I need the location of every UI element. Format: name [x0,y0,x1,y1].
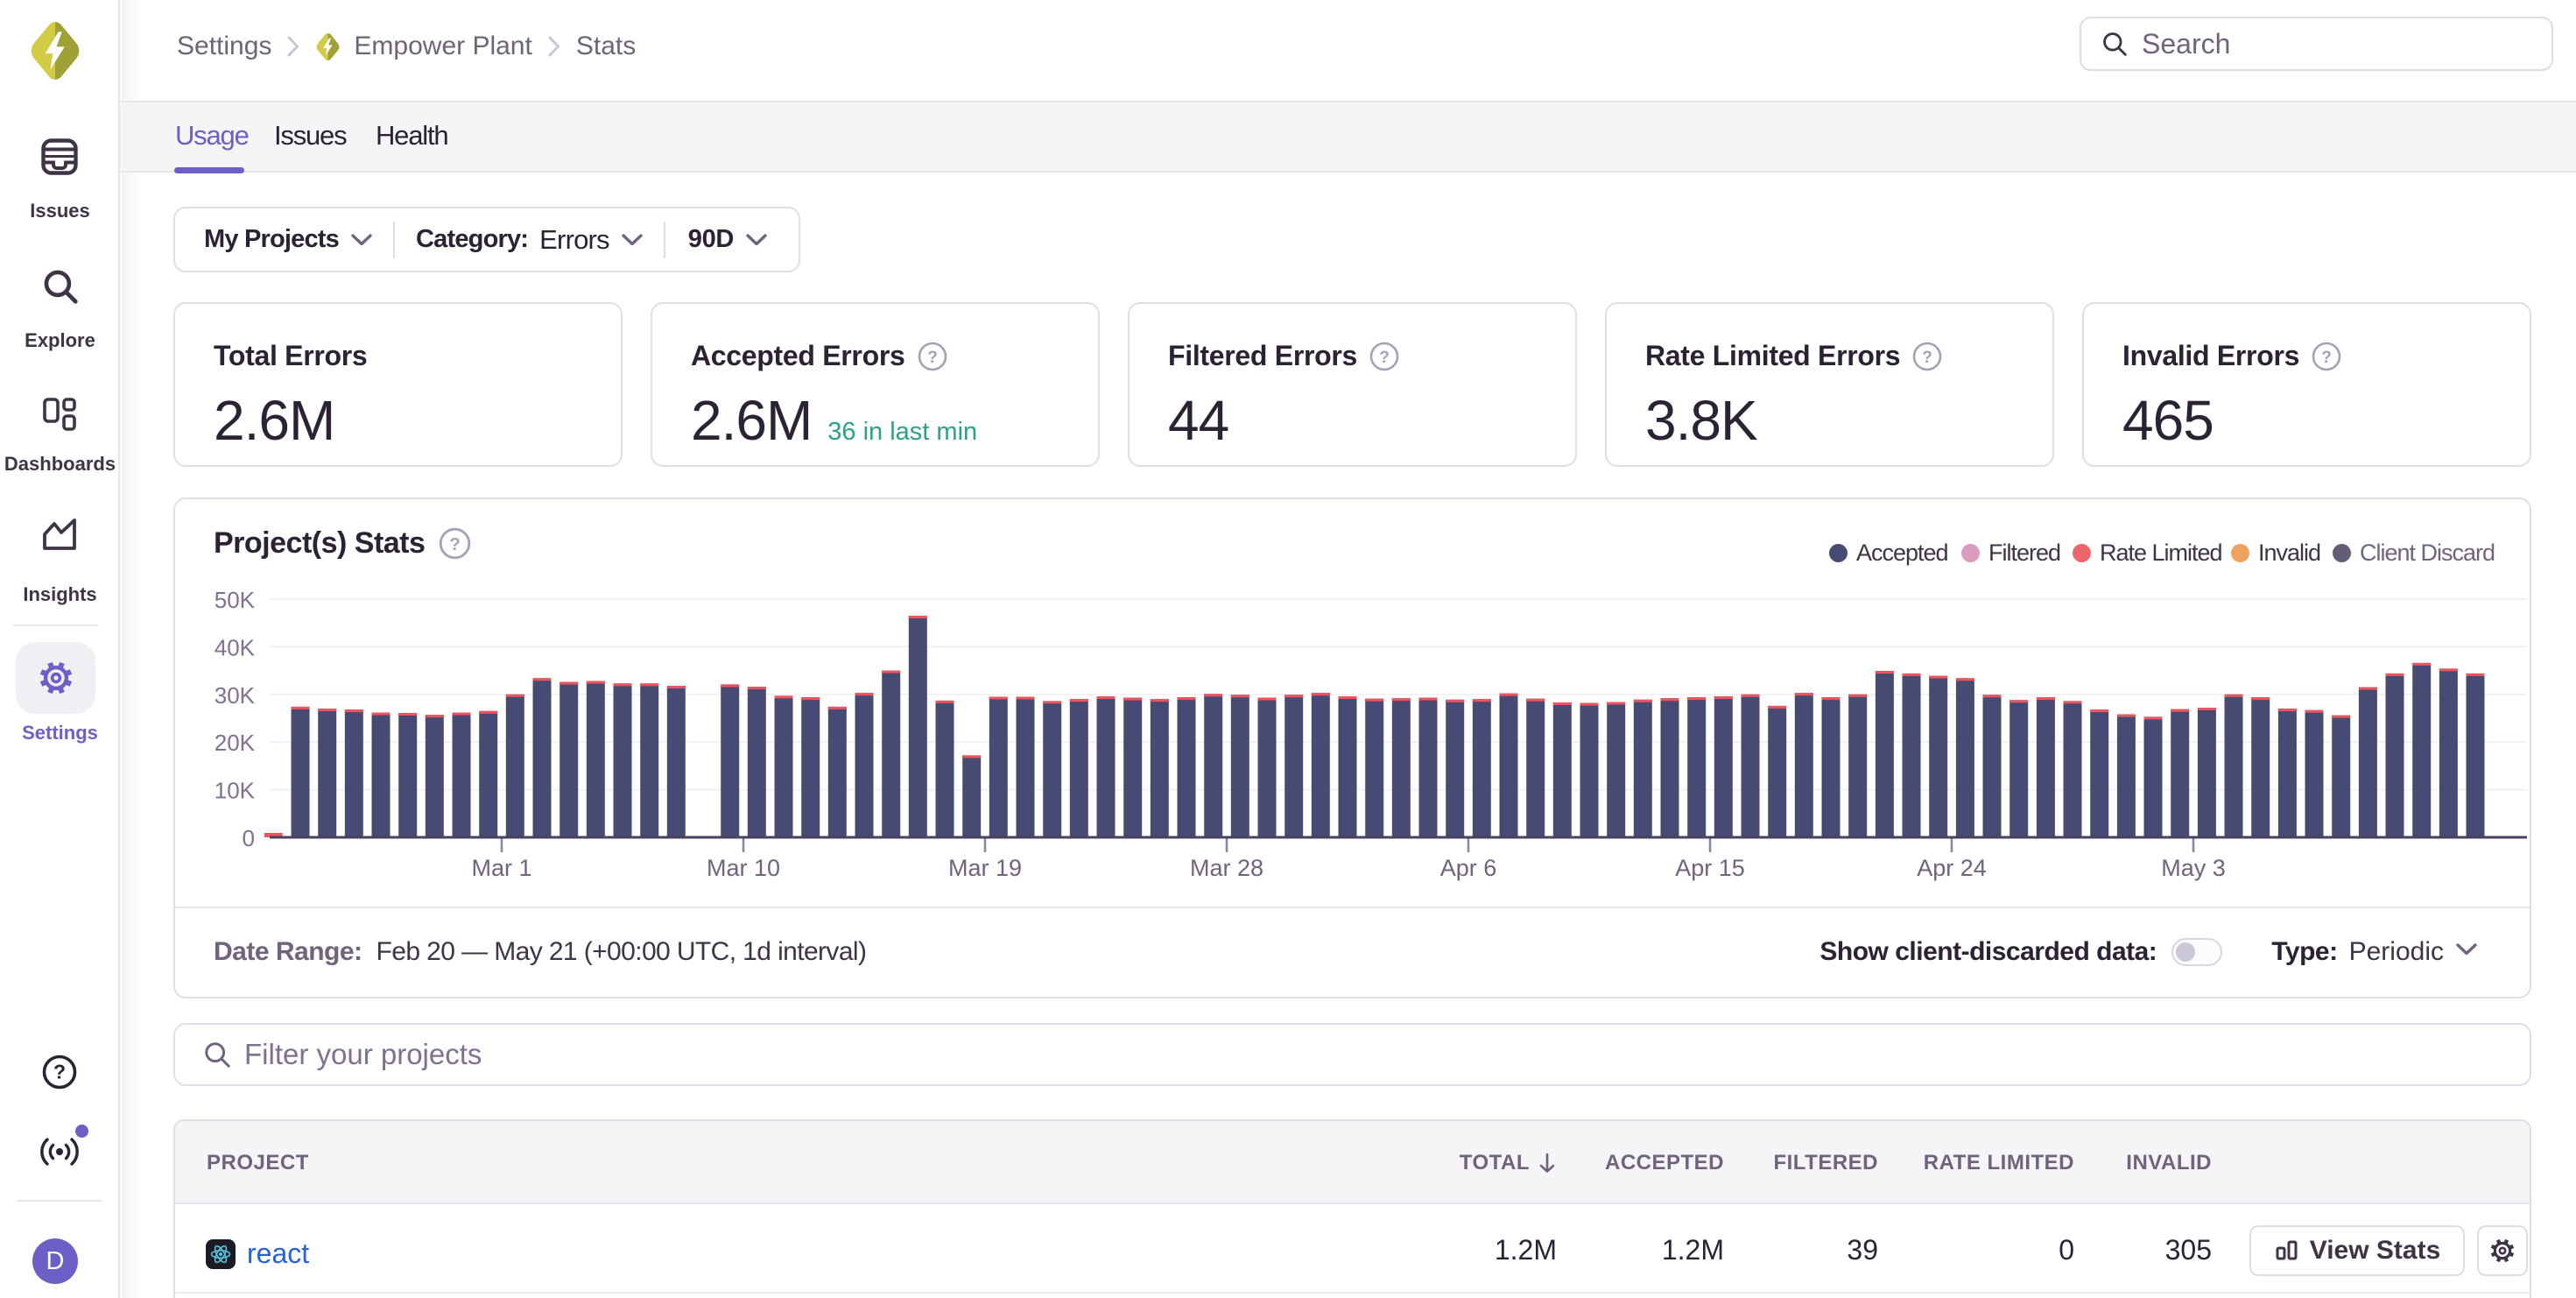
svg-text:20K: 20K [215,730,256,756]
svg-text:50K: 50K [215,587,256,613]
svg-text:?: ? [2321,349,2332,367]
svg-text:10K: 10K [215,778,256,804]
svg-text:?: ? [927,349,938,367]
svg-text:Apr 24: Apr 24 [1917,855,1987,881]
svg-text:?: ? [53,1061,66,1083]
svg-text:Mar 10: Mar 10 [707,855,780,881]
svg-text:Apr 6: Apr 6 [1440,855,1497,881]
svg-text:Mar 28: Mar 28 [1190,855,1263,881]
svg-text:0: 0 [243,825,255,851]
svg-text:Mar 1: Mar 1 [471,855,531,881]
svg-text:?: ? [1922,349,1932,367]
svg-text:30K: 30K [215,682,256,709]
svg-text:?: ? [1379,349,1390,367]
svg-text:40K: 40K [215,634,256,660]
svg-text:May 3: May 3 [2161,855,2226,881]
svg-text:Apr 15: Apr 15 [1675,855,1745,881]
svg-text:Mar 19: Mar 19 [948,855,1022,881]
